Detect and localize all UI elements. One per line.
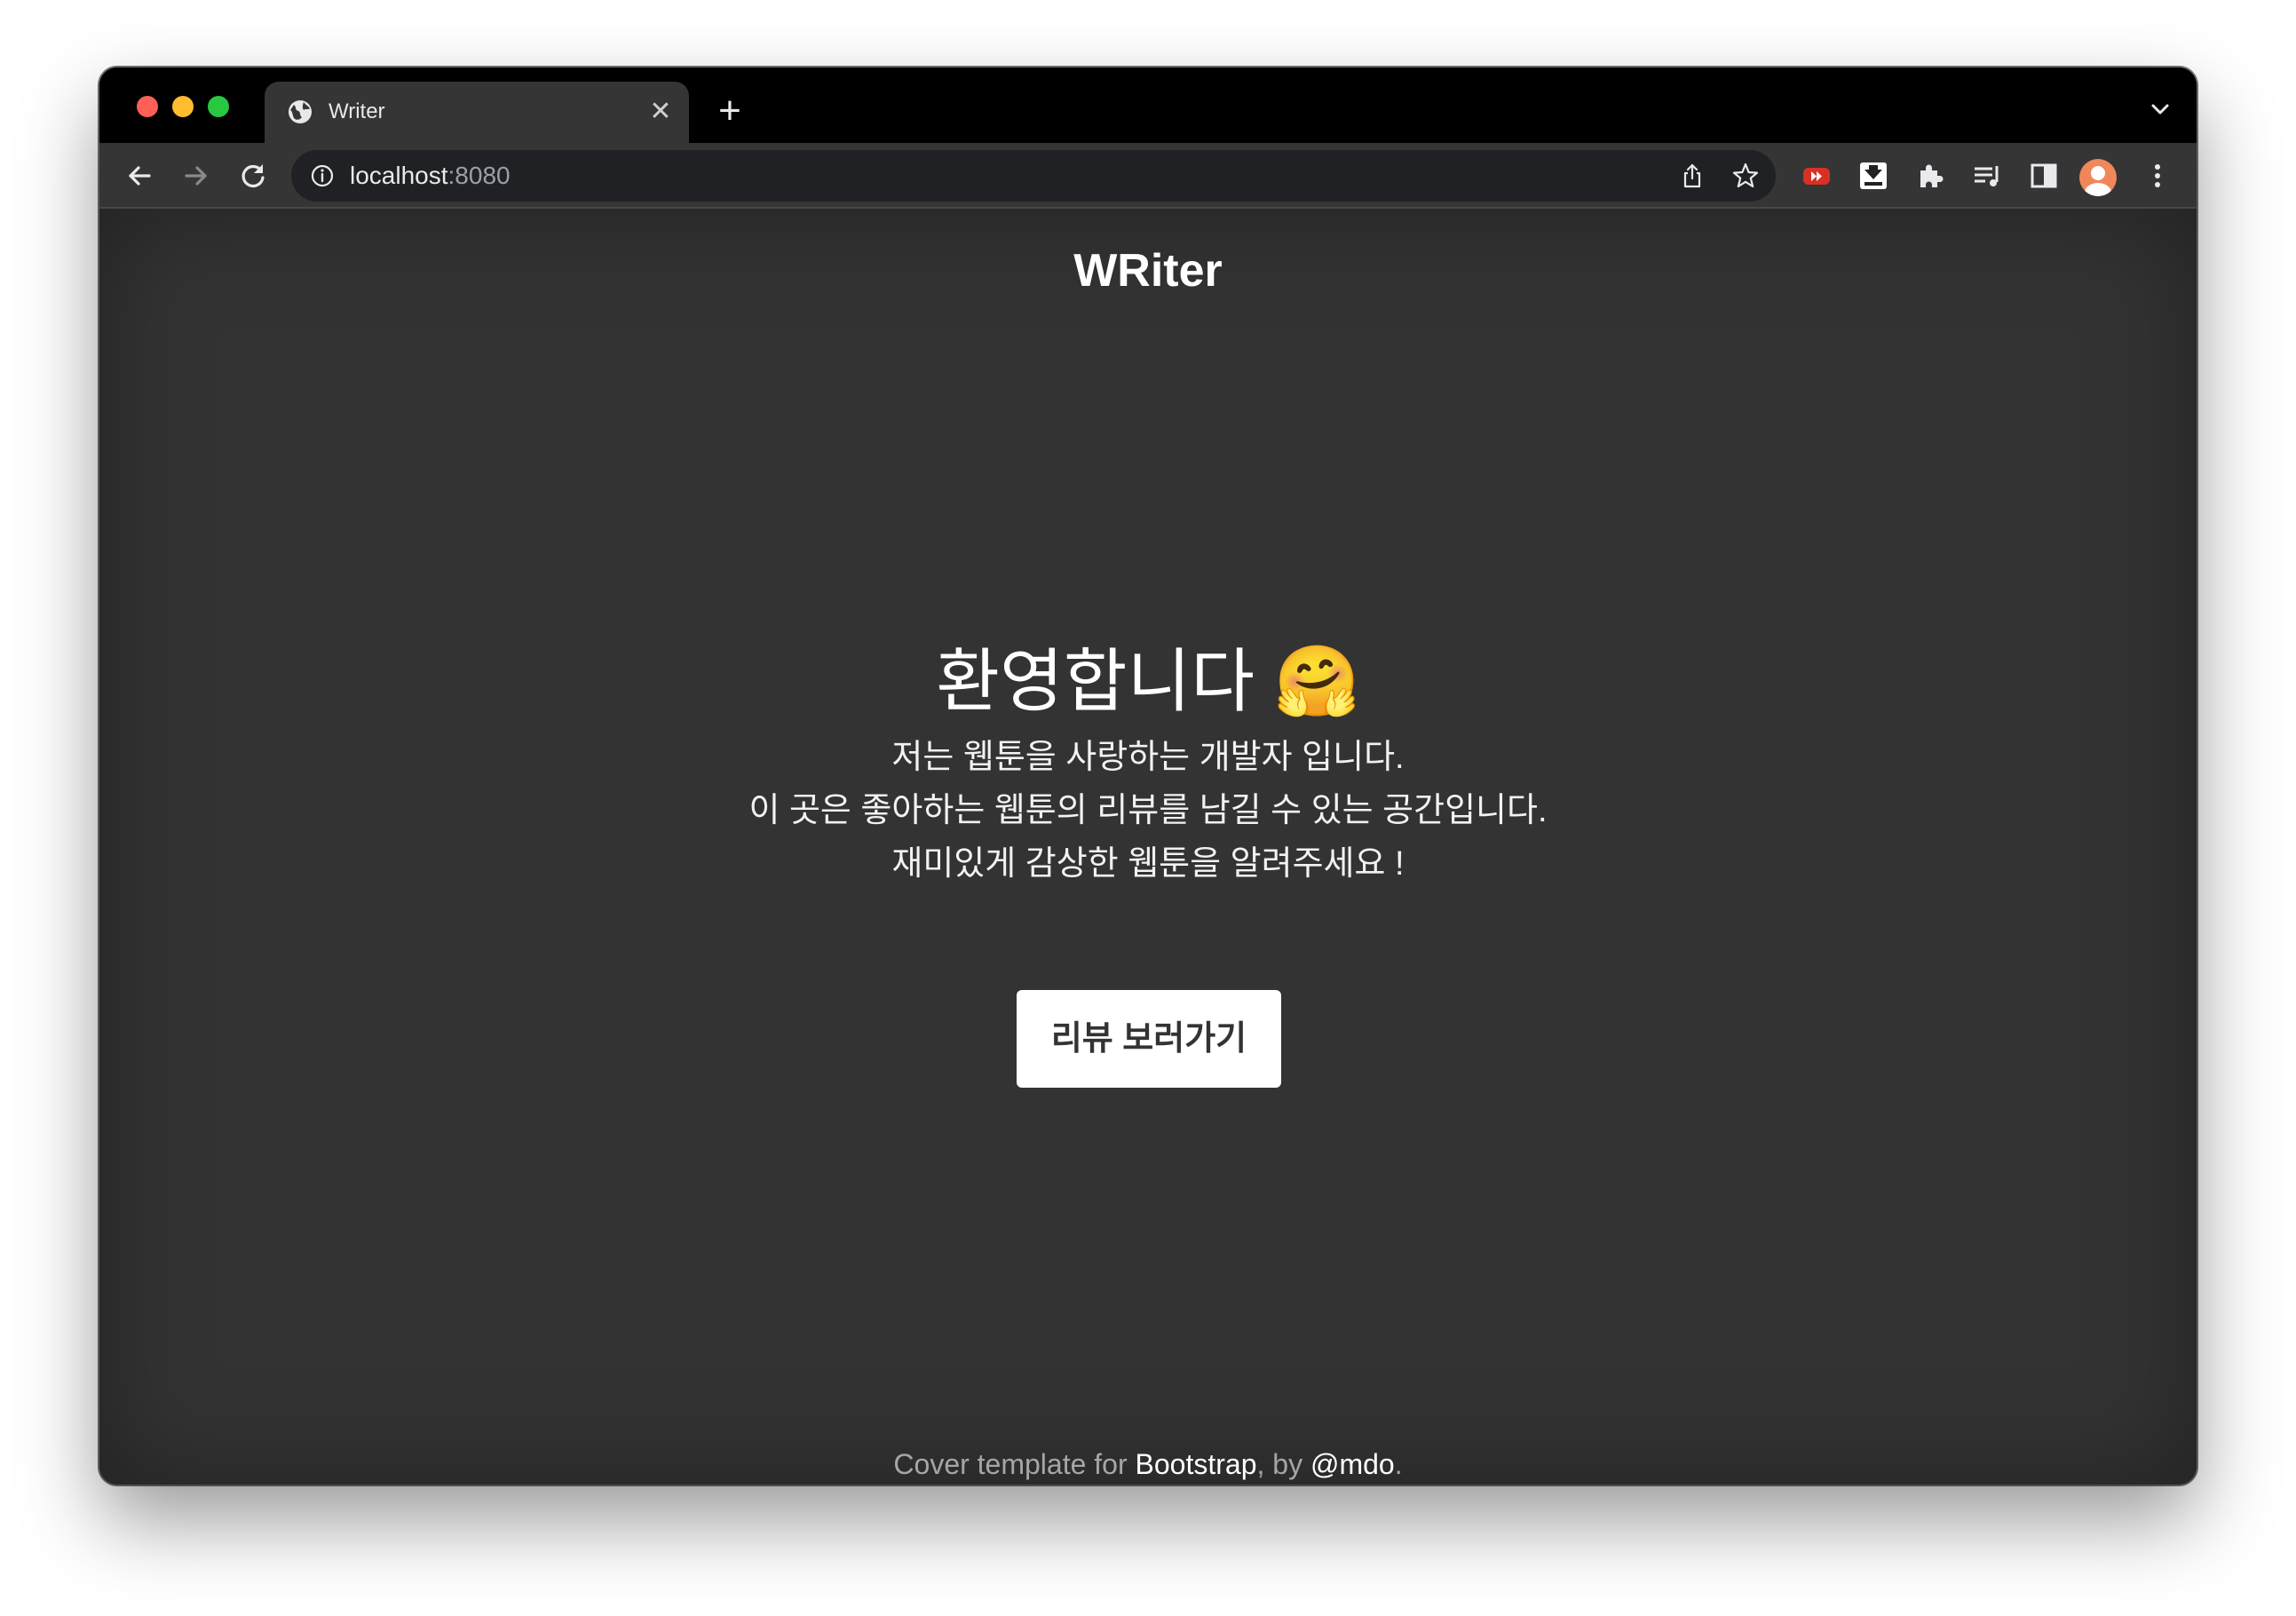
- globe-icon: [289, 100, 312, 123]
- footer-text: Cover template for Bootstrap, by @mdo.: [99, 1446, 2197, 1482]
- youtube-extension-icon[interactable]: [1799, 158, 1834, 194]
- address-bar[interactable]: localhost:8080: [291, 150, 1776, 202]
- profile-avatar[interactable]: [2079, 159, 2117, 196]
- view-reviews-button[interactable]: 리뷰 보러가기: [1017, 990, 1281, 1088]
- bootstrap-link[interactable]: Bootstrap: [1136, 1448, 1257, 1480]
- hero-title: 환영합니다 🤗: [936, 642, 1360, 720]
- share-icon[interactable]: [1678, 162, 1706, 190]
- page-content: WRiter 환영합니다 🤗 저는 웹툰을 사랑하는 개발자 입니다. 이 곳은…: [99, 209, 2197, 1485]
- brand-title[interactable]: WRiter: [99, 242, 2197, 299]
- lead-line: 저는 웹툰을 사랑하는 개발자 입니다.: [891, 739, 1405, 776]
- mdo-link[interactable]: @mdo: [1310, 1448, 1395, 1480]
- media-queue-icon[interactable]: [1969, 158, 2005, 194]
- browser-tab[interactable]: Writer ✕: [265, 82, 689, 143]
- lead-line: 재미있게 감상한 웹툰을 알려주세요 !: [891, 845, 1405, 883]
- new-tab-button[interactable]: +: [712, 91, 748, 131]
- puzzle-extensions-icon[interactable]: [1912, 158, 1948, 194]
- reload-icon[interactable]: [235, 158, 271, 194]
- close-window-button[interactable]: [137, 96, 158, 117]
- browser-toolbar: localhost:8080: [99, 143, 2197, 209]
- info-icon[interactable]: [309, 162, 336, 189]
- footer-middle: , by: [1256, 1448, 1310, 1480]
- more-menu-icon[interactable]: [2140, 158, 2175, 194]
- side-panel-icon[interactable]: [2026, 158, 2062, 194]
- hero-lead: 저는 웹툰을 사랑하는 개발자 입니다. 이 곳은 좋아하는 웹툰의 리뷰를 남…: [99, 731, 2197, 891]
- tab-close-icon[interactable]: ✕: [646, 98, 675, 126]
- url-host: localhost: [350, 162, 448, 189]
- tab-strip: Writer ✕ +: [99, 67, 2197, 143]
- tab-search-chevron-icon[interactable]: [2147, 96, 2173, 123]
- maximize-window-button[interactable]: [208, 96, 229, 117]
- url-port: :8080: [447, 162, 511, 189]
- tab-title: Writer: [329, 99, 385, 123]
- footer-suffix: .: [1394, 1448, 1403, 1480]
- star-icon[interactable]: [1731, 162, 1760, 190]
- person-icon: [2085, 166, 2111, 196]
- back-arrow-icon[interactable]: [122, 158, 157, 194]
- minimize-window-button[interactable]: [172, 96, 194, 117]
- forward-arrow-icon[interactable]: [178, 158, 214, 194]
- download-extension-icon[interactable]: [1856, 158, 1891, 194]
- lead-line: 이 곳은 좋아하는 웹툰의 리뷰를 남길 수 있는 공간입니다.: [748, 792, 1548, 829]
- browser-window: Writer ✕ + localhost:8080 WRiter 환영합니다 🤗…: [99, 67, 2197, 1485]
- url-text: localhost:8080: [350, 162, 511, 190]
- footer-prefix: Cover template for: [893, 1448, 1136, 1480]
